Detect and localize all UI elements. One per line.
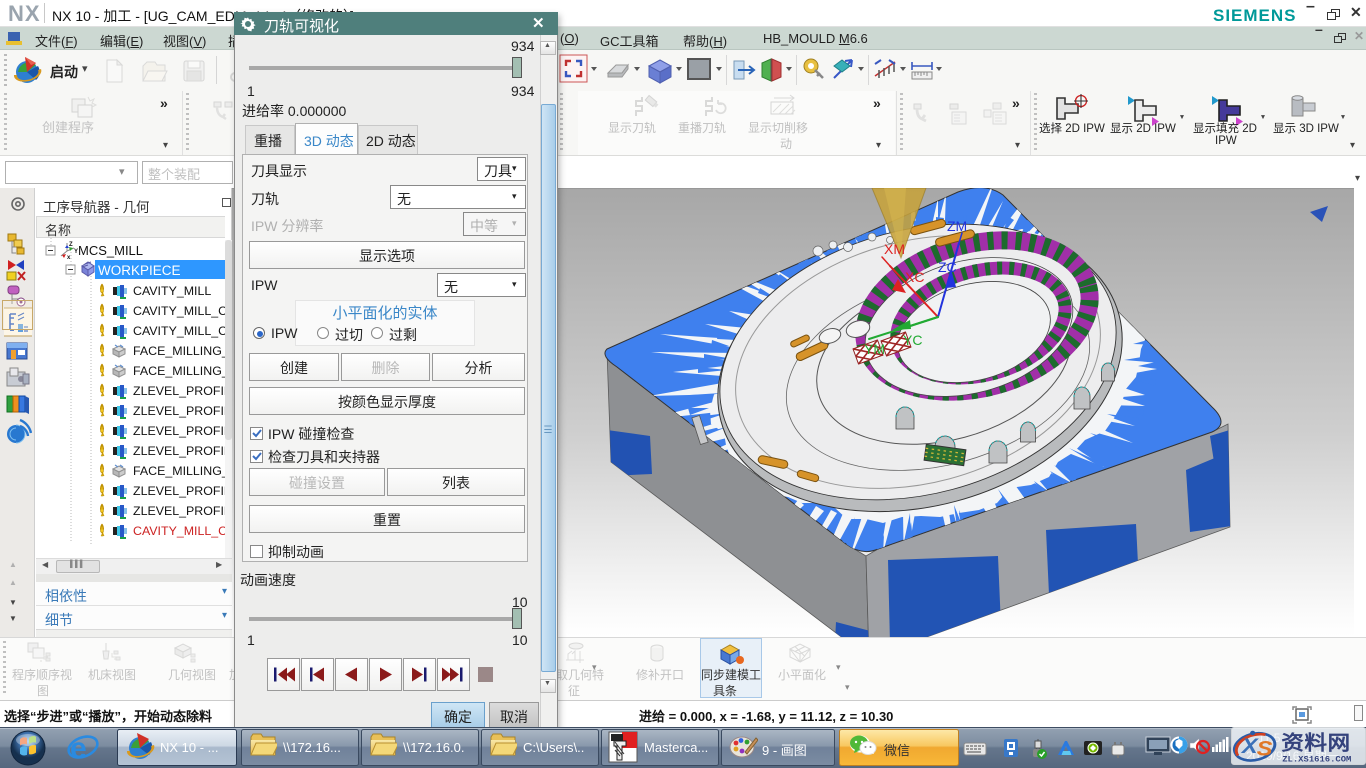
svg-text:Z: Z	[69, 242, 73, 248]
svg-text:FACE_MILLING_..: FACE_MILLING_..	[133, 364, 232, 378]
svg-text:ZLEVEL_PROFILE: ZLEVEL_PROFILE	[133, 404, 232, 418]
svg-text:YM: YM	[864, 341, 885, 357]
svg-text:MCS_MILL: MCS_MILL	[78, 243, 143, 258]
svg-text:CAVITY_MILL_C..: CAVITY_MILL_C..	[133, 524, 232, 538]
svg-text:ZLEVEL_PROFILE: ZLEVEL_PROFILE	[133, 384, 232, 398]
svg-text:YC: YC	[903, 332, 922, 348]
svg-text:x: x	[67, 255, 71, 261]
svg-text:资料网: 资料网	[1281, 732, 1350, 754]
svg-text:ZLEVEL_PROFILE: ZLEVEL_PROFILE	[133, 424, 232, 438]
svg-text:FACE_MILLING_..: FACE_MILLING_..	[133, 464, 232, 478]
svg-text:ZC: ZC	[938, 259, 957, 275]
svg-text:S: S	[1257, 737, 1273, 760]
svg-text:CAVITY_MILL_C..: CAVITY_MILL_C..	[133, 324, 232, 338]
svg-text:ZLEVEL_PROFILE: ZLEVEL_PROFILE	[133, 444, 232, 458]
svg-text:CAVITY_MILL: CAVITY_MILL	[133, 284, 211, 298]
svg-text:ZM: ZM	[947, 218, 967, 234]
svg-text:FACE_MILLING_..: FACE_MILLING_..	[133, 344, 232, 358]
svg-text:CAVITY_MILL_C..: CAVITY_MILL_C..	[133, 304, 232, 318]
svg-text:WORKPIECE: WORKPIECE	[98, 263, 181, 278]
svg-text:ZL.XS1616.COM: ZL.XS1616.COM	[1282, 755, 1351, 764]
svg-text:XC: XC	[905, 269, 924, 285]
svg-text:ZLEVEL_PROFILE: ZLEVEL_PROFILE	[133, 504, 232, 518]
svg-text:XM: XM	[884, 241, 905, 257]
svg-text:ZLEVEL_PROFILE: ZLEVEL_PROFILE	[133, 484, 232, 498]
